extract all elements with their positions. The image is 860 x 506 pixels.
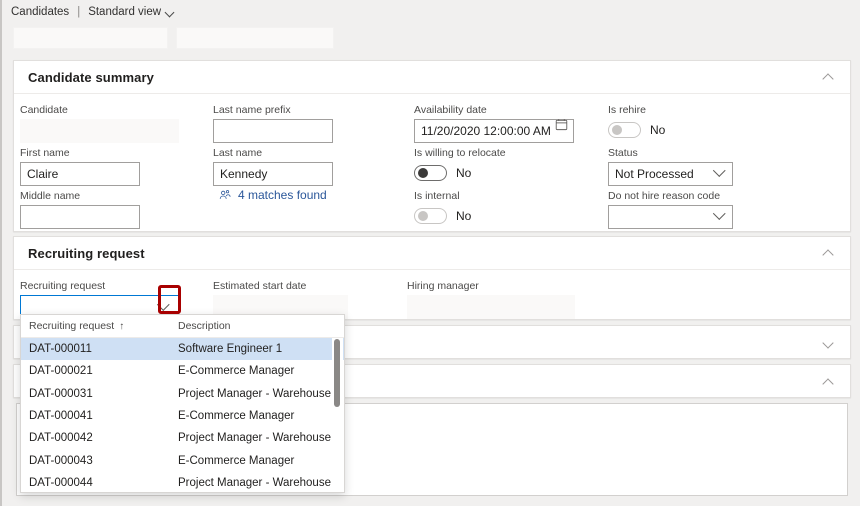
field-recruiting-request: Recruiting request [20, 279, 179, 319]
is-willing-to-relocate-toggle[interactable] [414, 165, 447, 181]
field-availability-date: Availability date 11/20/2020 12:00:00 AM [414, 103, 574, 143]
field-candidate-label: Candidate [20, 103, 179, 117]
lookup-row[interactable]: DAT-000021E-Commerce Manager [21, 360, 344, 382]
lookup-row-id: DAT-000044 [21, 477, 176, 489]
lookup-row[interactable]: DAT-000011Software Engineer 1 [21, 338, 344, 360]
is-internal-toggle[interactable] [414, 208, 447, 224]
recruiting-request-lookup-dropdown[interactable]: Recruiting request↑ Description DAT-0000… [20, 314, 345, 493]
field-status-label: Status [608, 146, 733, 160]
field-middle-name: Middle name [20, 189, 140, 229]
recruiting-request-header[interactable]: Recruiting request [14, 237, 850, 270]
breadcrumb-root[interactable]: Candidates [11, 6, 69, 18]
chevron-up-icon[interactable] [824, 248, 834, 258]
field-estimated-start-date-label: Estimated start date [213, 279, 348, 293]
field-is-willing-to-relocate: Is willing to relocate No [414, 146, 584, 184]
people-icon [219, 189, 231, 201]
lookup-row-id: DAT-000041 [21, 410, 176, 422]
field-is-rehire-label: Is rehire [608, 103, 778, 117]
hiring-manager-input[interactable] [407, 295, 575, 319]
field-recruiting-request-label: Recruiting request [20, 279, 179, 293]
field-hiring-manager: Hiring manager [407, 279, 575, 319]
field-do-not-hire-reason-code: Do not hire reason code [608, 189, 733, 229]
is-internal-value: No [456, 209, 471, 223]
lookup-row-description: Project Manager - Warehouse [176, 432, 344, 444]
lookup-column-headers: Recruiting request↑ Description [21, 315, 344, 338]
field-last-name-label: Last name [213, 146, 333, 160]
candidate-input[interactable] [20, 119, 179, 143]
chevron-down-icon [166, 8, 175, 17]
lookup-row[interactable]: DAT-000043E-Commerce Manager [21, 449, 344, 471]
lookup-row-description: E-Commerce Manager [176, 455, 344, 467]
view-selector-label: Standard view [88, 6, 161, 18]
lookup-row-id: DAT-000042 [21, 432, 176, 444]
field-is-internal-label: Is internal [414, 189, 584, 203]
candidate-detail-page: Candidates | Standard view Candidate sum… [0, 0, 860, 506]
lookup-row[interactable]: DAT-000031Project Manager - Warehouse [21, 383, 344, 405]
lookup-row-id: DAT-000031 [21, 388, 176, 400]
field-is-internal: Is internal No [414, 189, 584, 227]
field-is-willing-to-relocate-label: Is willing to relocate [414, 146, 584, 160]
field-is-rehire: Is rehire No [608, 103, 778, 141]
breadcrumb-separator: | [77, 6, 80, 18]
candidate-summary-header[interactable]: Candidate summary [14, 61, 850, 94]
first-name-input[interactable]: Claire [20, 162, 140, 186]
chevron-down-icon[interactable] [715, 165, 726, 176]
field-availability-date-label: Availability date [414, 103, 574, 117]
lookup-header-recruiting-request[interactable]: Recruiting request↑ [21, 320, 176, 332]
chevron-up-icon[interactable] [824, 377, 834, 387]
lookup-header-description[interactable]: Description [176, 320, 344, 332]
candidate-summary-title: Candidate summary [28, 70, 154, 85]
lookup-row[interactable]: DAT-000041E-Commerce Manager [21, 405, 344, 427]
lookup-row-description: Project Manager - Warehouse [176, 477, 344, 489]
is-rehire-value: No [650, 123, 665, 137]
field-last-name-prefix: Last name prefix [213, 103, 333, 143]
lookup-scrollbar-thumb[interactable] [334, 339, 340, 407]
field-first-name-label: First name [20, 146, 140, 160]
chevron-down-icon[interactable] [159, 299, 170, 310]
lookup-row-description: E-Commerce Manager [176, 410, 344, 422]
matches-found-link[interactable]: 4 matches found [219, 188, 327, 202]
lookup-row-id: DAT-000021 [21, 365, 176, 377]
lookup-row-id: DAT-000011 [21, 343, 176, 355]
lookup-row[interactable]: DAT-000044Project Manager - Warehouse [21, 472, 344, 493]
field-first-name: First name Claire [20, 146, 140, 186]
lookup-row[interactable]: DAT-000042Project Manager - Warehouse [21, 427, 344, 449]
chevron-down-icon[interactable] [715, 208, 726, 219]
field-last-name-prefix-label: Last name prefix [213, 103, 333, 117]
field-candidate: Candidate [20, 103, 179, 143]
matches-found-label: 4 matches found [238, 188, 327, 202]
field-hiring-manager-label: Hiring manager [407, 279, 575, 293]
is-willing-to-relocate-value: No [456, 166, 471, 180]
candidate-summary-section: Candidate summary Candidate First name C… [13, 60, 851, 232]
lookup-row-description: E-Commerce Manager [176, 365, 344, 377]
lookup-rows: DAT-000011Software Engineer 1DAT-000021E… [21, 338, 344, 493]
breadcrumb: Candidates | Standard view [2, 0, 860, 24]
chevron-down-icon[interactable] [824, 338, 834, 348]
lookup-scrollbar[interactable] [332, 338, 343, 491]
last-name-prefix-input[interactable] [213, 119, 333, 143]
chevron-up-icon[interactable] [824, 72, 834, 82]
recruiting-request-title: Recruiting request [28, 246, 145, 261]
field-last-name: Last name Kennedy [213, 146, 333, 186]
field-status: Status Not Processed [608, 146, 733, 186]
lookup-row-id: DAT-000043 [21, 455, 176, 467]
is-rehire-toggle[interactable] [608, 122, 641, 138]
lookup-row-description: Project Manager - Warehouse [176, 388, 344, 400]
middle-name-input[interactable] [20, 205, 140, 229]
header-placeholder-left[interactable] [13, 27, 168, 49]
field-middle-name-label: Middle name [20, 189, 140, 203]
lookup-row-description: Software Engineer 1 [176, 343, 344, 355]
last-name-input[interactable]: Kennedy [213, 162, 333, 186]
header-placeholder-right[interactable] [176, 27, 334, 49]
field-do-not-hire-reason-code-label: Do not hire reason code [608, 189, 733, 203]
view-selector[interactable]: Standard view [88, 6, 175, 18]
field-estimated-start-date: Estimated start date [213, 279, 348, 319]
recruiting-request-section: Recruiting request Recruiting request Es… [13, 236, 851, 320]
calendar-icon[interactable] [555, 118, 568, 131]
availability-date-input[interactable]: 11/20/2020 12:00:00 AM [414, 119, 574, 143]
